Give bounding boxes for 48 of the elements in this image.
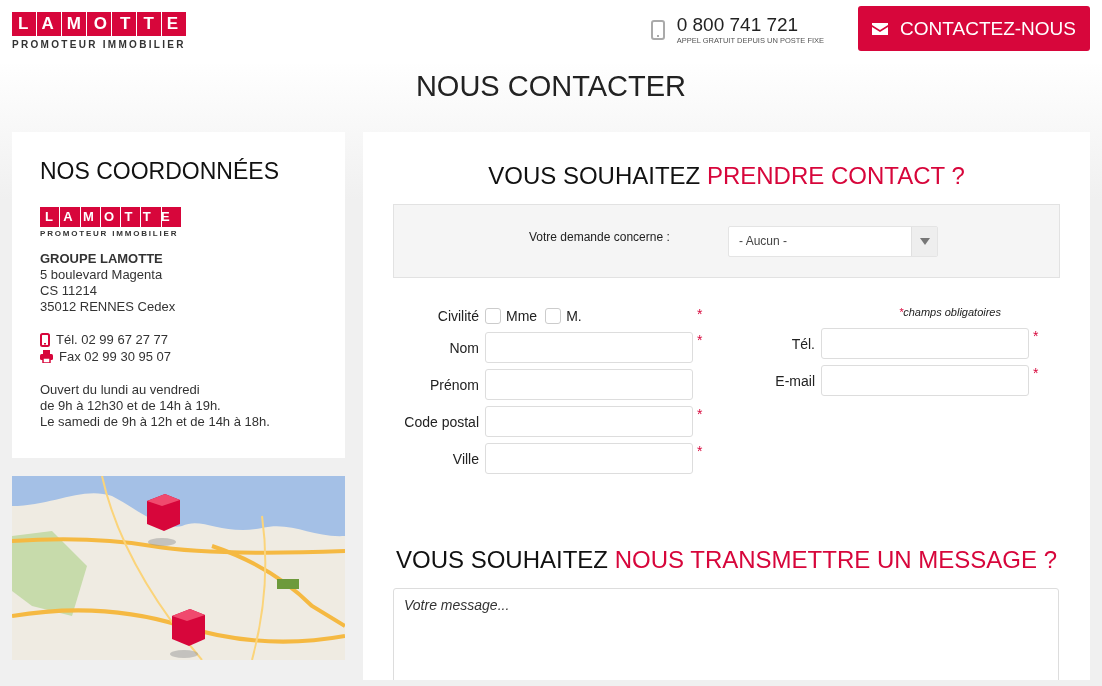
input-field[interactable]	[821, 365, 1029, 396]
checkbox-label: Mme	[506, 308, 538, 324]
page-title: NOUS CONTACTER	[414, 70, 688, 104]
checkbox-label: M.	[566, 308, 582, 324]
input-field[interactable]	[485, 369, 693, 400]
required-mark: *	[1032, 365, 1040, 381]
message-field[interactable]: Votre message...	[393, 588, 1059, 680]
field-label: E-mail	[774, 372, 816, 389]
input-field[interactable]	[821, 328, 1029, 359]
input-field[interactable]	[485, 332, 693, 363]
required-note: *champs obligatoires	[897, 306, 1002, 320]
request-dropdown[interactable]: - Aucun -	[728, 225, 938, 257]
mobile-phone-icon	[40, 332, 50, 347]
required-mark: *	[1032, 328, 1040, 344]
envelope-icon	[872, 22, 889, 35]
field-label: Ville	[451, 450, 480, 467]
input-field[interactable]	[485, 443, 693, 474]
field-label: Tél.	[790, 335, 816, 352]
field-label: Votre demande concerne :	[529, 230, 671, 244]
address-line: 5 boulevard Magenta	[40, 267, 164, 283]
contact-line: Tél. 02 99 67 27 77	[56, 331, 169, 348]
logo-tagline: PROMOTEUR IMMOBILIER	[12, 39, 186, 50]
contact-button[interactable]: CONTACTEZ-NOUS	[858, 6, 1090, 51]
checkbox[interactable]	[545, 308, 562, 324]
address-line: CS 11214	[40, 283, 98, 299]
company-name: GROUPE LAMOTTE	[40, 250, 164, 267]
opening-hours-line: Le samedi de 9h à 12h et de 14h à 18h.	[40, 414, 271, 430]
phone-number: 0 800 741 721	[676, 14, 800, 36]
field-label: Nom	[448, 339, 480, 356]
input-field[interactable]	[485, 406, 693, 437]
checkbox[interactable]	[485, 308, 501, 324]
contact-line: Fax 02 99 30 95 07	[59, 348, 172, 365]
logo-tagline: PROMOTEUR IMMOBILIER	[40, 229, 179, 238]
field-label: Prénom	[428, 376, 480, 393]
required-mark: *	[696, 443, 704, 459]
field-label: Civilité	[436, 308, 480, 324]
opening-hours-line: de 9h à 12h30 et de 14h à 19h.	[40, 398, 222, 414]
address-line: 35012 RENNES Cedex	[40, 299, 177, 315]
phone-icon	[650, 19, 665, 40]
required-mark: *	[696, 332, 704, 348]
required-mark: *	[696, 406, 704, 422]
section-title: NOS COORDONNÉES	[40, 158, 280, 185]
required-mark: *	[696, 306, 704, 322]
field-label: Code postal	[403, 413, 480, 430]
printer-icon	[40, 350, 53, 363]
section-heading: VOUS SOUHAITEZ NOUS TRANSMETTRE UN MESSAGE ?	[395, 546, 1058, 574]
section-heading: VOUS SOUHAITEZ PRENDRE CONTACT ?	[487, 162, 966, 190]
opening-hours-line: Ouvert du lundi au vendredi	[40, 382, 201, 398]
